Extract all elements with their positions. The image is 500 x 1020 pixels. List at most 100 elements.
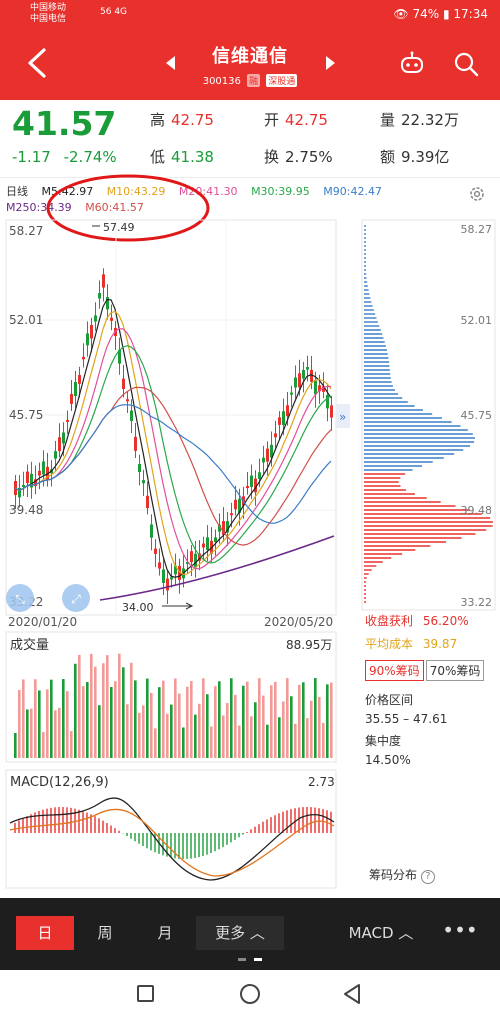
clock: 17:34	[453, 7, 488, 21]
open-value: 42.75	[285, 111, 328, 129]
connect-tag: 深股通	[266, 74, 298, 87]
candle-body	[110, 317, 113, 321]
macd-title: MACD(12,26,9)	[10, 775, 109, 790]
volume-bar	[62, 679, 65, 758]
robot-icon[interactable]	[398, 50, 426, 78]
volume-bar	[126, 704, 129, 758]
volume-bar	[102, 663, 105, 758]
search-icon[interactable]	[452, 50, 480, 78]
volume-bar	[266, 724, 269, 758]
candle-body	[190, 551, 193, 563]
ma30-value: M30:39.95	[251, 185, 310, 198]
chevron-up-icon: ︿	[398, 924, 414, 942]
chip-ylabel-top: 58.27	[461, 223, 493, 236]
volume-bar	[238, 725, 241, 758]
recent-apps-icon[interactable]	[137, 985, 154, 1002]
volume-bar	[186, 686, 189, 758]
signal-indicator: 56 4G	[100, 7, 128, 17]
chip-distribution-link[interactable]: 筹码分布 ?	[369, 866, 435, 884]
back-nav-icon[interactable]	[342, 983, 362, 1005]
volume-label: 量	[380, 111, 396, 129]
candle-body	[250, 475, 253, 488]
low-value: 41.38	[171, 148, 214, 166]
volume-bar	[274, 681, 277, 758]
margin-tag: 融	[247, 74, 261, 87]
volume-bar	[90, 653, 93, 758]
battery-level: 74%	[412, 7, 440, 21]
candle-body	[258, 472, 261, 480]
candle-body	[62, 432, 65, 444]
back-icon[interactable]	[22, 46, 52, 80]
candle-body	[38, 470, 41, 476]
volume-bar	[278, 717, 281, 758]
amount-field: 额 9.39亿	[380, 146, 449, 167]
volume-bar	[162, 680, 165, 758]
profit-label: 收盘获利	[365, 614, 414, 628]
candle-body	[70, 393, 73, 404]
volume-bar	[326, 684, 329, 758]
volume-bar	[26, 709, 29, 758]
volume-bar	[34, 679, 37, 758]
tab-chip-90[interactable]: 90%筹码	[365, 660, 424, 681]
tab-week[interactable]: 周	[76, 916, 134, 950]
concentration-label: 集中度	[365, 734, 402, 748]
candle-body	[214, 537, 217, 542]
low-field: 低 41.38	[150, 146, 214, 167]
volume-bar	[50, 679, 53, 758]
candle-body	[230, 513, 233, 516]
candle-body	[126, 399, 129, 402]
volume-bar	[146, 678, 149, 758]
candle-body	[154, 548, 157, 554]
volume-bar	[322, 722, 325, 758]
next-stock-arrow-icon[interactable]	[326, 56, 335, 70]
volume-bar	[310, 700, 313, 758]
candle-body	[266, 448, 269, 462]
volume-bar	[42, 732, 45, 758]
candle-body	[94, 315, 97, 322]
home-icon[interactable]	[240, 984, 260, 1004]
candle-body	[130, 410, 133, 422]
candle-body	[142, 480, 145, 484]
high-value: 42.75	[171, 111, 214, 129]
volume-bar	[302, 682, 305, 758]
volume-bar	[110, 687, 113, 758]
stock-header: 信维通信 300136 融 深股通	[0, 30, 500, 100]
turnover-label: 换	[264, 148, 280, 166]
open-field: 开 42.75	[264, 109, 328, 130]
high-marker: 57.49	[103, 221, 135, 234]
period-label[interactable]: 日线	[6, 185, 28, 198]
volume-bar	[38, 690, 41, 758]
volume-bar	[286, 678, 289, 758]
volume-bar	[194, 714, 197, 758]
period-tabs-bar: 日 周 月 更多 ︿ MACD ︿ •••	[0, 898, 500, 970]
tab-chip-70[interactable]: 70%筹码	[425, 660, 485, 681]
turnover-value: 2.75%	[285, 148, 333, 166]
tab-more[interactable]: 更多 ︿	[196, 916, 284, 950]
volume-bar	[246, 681, 249, 758]
candle-body	[262, 457, 265, 463]
candle-body	[286, 405, 289, 417]
volume-bar	[290, 696, 293, 758]
volume-bar	[114, 681, 117, 758]
indicator-selector[interactable]: MACD ︿	[336, 916, 426, 950]
volume-bar	[22, 679, 25, 758]
tab-month[interactable]: 月	[136, 916, 194, 950]
more-options-icon[interactable]: •••	[438, 916, 482, 950]
volume-bar	[210, 726, 213, 758]
volume-bar	[82, 686, 85, 758]
tab-day[interactable]: 日	[16, 916, 74, 950]
status-bar: 中国移动 中国电信 56 4G 👁 74% ▮ 17:34	[0, 0, 500, 30]
gear-icon[interactable]	[468, 185, 486, 203]
candle-body	[274, 433, 277, 438]
avg-cost-value: 39.87	[422, 637, 458, 651]
chip-ylabel: 39.48	[461, 504, 493, 517]
volume-bar	[198, 703, 201, 758]
chart-area: 58.27 52.01 45.75 39.48 33.22 57.49 34.0…	[5, 219, 496, 889]
volume-max: 88.95万	[286, 638, 332, 652]
quote-panel: 41.57 -1.17 -2.74% 高 42.75 开 42.75 量 22.32万…	[0, 100, 500, 178]
volume-bar	[166, 713, 169, 758]
ma90-value: M90:42.47	[323, 185, 382, 198]
candle-body	[42, 461, 45, 475]
volume-bar	[130, 662, 133, 758]
stock-title-block: 信维通信 300136 融 深股通	[150, 42, 350, 87]
